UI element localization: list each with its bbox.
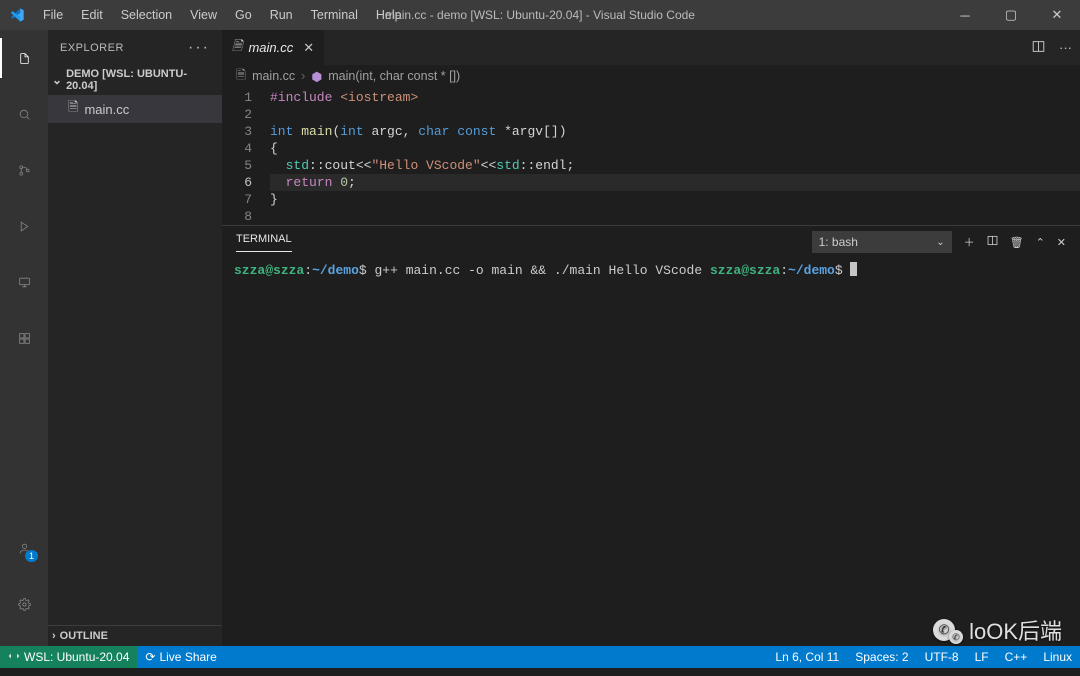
- tab-terminal[interactable]: TERMINAL: [236, 233, 292, 252]
- os-indicator[interactable]: Linux: [1035, 650, 1080, 664]
- accounts-badge: 1: [25, 550, 38, 562]
- menu-view[interactable]: View: [181, 2, 226, 28]
- editor-tab[interactable]: 🗎 main.cc ✕: [222, 30, 325, 65]
- chevron-down-icon: ⌄: [52, 73, 62, 87]
- tab-label: main.cc: [248, 40, 293, 55]
- more-actions-icon[interactable]: ···: [1059, 40, 1072, 55]
- encoding[interactable]: UTF-8: [917, 650, 967, 664]
- remote-label: WSL: Ubuntu-20.04: [24, 650, 129, 664]
- close-tab-icon[interactable]: ✕: [303, 40, 314, 56]
- source-control-icon[interactable]: [0, 150, 48, 190]
- explorer-icon[interactable]: [0, 38, 48, 78]
- window-controls: ─ ▢ ✕: [942, 0, 1080, 30]
- breadcrumb-symbol[interactable]: main(int, char const * []): [328, 69, 460, 83]
- panel-tabs: TERMINAL 1: bash ⌄ ＋ 🗑 ⌃ ✕: [222, 226, 1080, 258]
- bottom-panel: TERMINAL 1: bash ⌄ ＋ 🗑 ⌃ ✕ szza@szza:~/d…: [222, 225, 1080, 646]
- remote-explorer-icon[interactable]: [0, 262, 48, 302]
- menu-help[interactable]: Help: [367, 2, 411, 28]
- terminal-selector[interactable]: 1: bash ⌄: [812, 231, 952, 253]
- file-name: main.cc: [84, 102, 129, 117]
- terminal-selector-label: 1: bash: [819, 235, 858, 249]
- liveshare-button[interactable]: ⟳ Live Share: [137, 650, 224, 664]
- menu-run[interactable]: Run: [261, 2, 302, 28]
- new-terminal-icon[interactable]: ＋: [964, 234, 975, 250]
- maximize-button[interactable]: ▢: [988, 0, 1034, 30]
- outline-label: OUTLINE: [60, 630, 108, 642]
- sidebar: EXPLORER ··· ⌄ DEMO [WSL: UBUNTU-20.04] …: [48, 30, 222, 646]
- editor-tabs: 🗎 main.cc ✕ ···: [222, 30, 1080, 65]
- close-panel-icon[interactable]: ✕: [1057, 236, 1066, 249]
- minimize-button[interactable]: ─: [942, 0, 988, 30]
- line-gutter: 12345678: [222, 89, 270, 225]
- folder-name: DEMO [WSL: UBUNTU-20.04]: [66, 68, 218, 92]
- menu-selection[interactable]: Selection: [112, 2, 181, 28]
- split-editor-icon[interactable]: [1032, 40, 1045, 56]
- close-button[interactable]: ✕: [1034, 0, 1080, 30]
- menu-bar: File Edit Selection View Go Run Terminal…: [34, 2, 411, 28]
- search-icon[interactable]: [0, 94, 48, 134]
- file-icon: 🗎: [236, 66, 246, 87]
- menu-go[interactable]: Go: [226, 2, 261, 28]
- liveshare-icon: ⟳: [145, 650, 155, 664]
- remote-indicator[interactable]: WSL: Ubuntu-20.04: [0, 646, 137, 668]
- language-mode[interactable]: C++: [997, 650, 1036, 664]
- vscode-icon: [0, 7, 34, 23]
- explorer-label: EXPLORER: [60, 42, 188, 54]
- accounts-icon[interactable]: 1: [0, 528, 48, 568]
- liveshare-label: Live Share: [159, 650, 216, 664]
- sidebar-header: EXPLORER ···: [48, 30, 222, 65]
- menu-edit[interactable]: Edit: [72, 2, 112, 28]
- workspace-folder[interactable]: ⌄ DEMO [WSL: UBUNTU-20.04]: [48, 65, 222, 95]
- maximize-panel-icon[interactable]: ⌃: [1036, 236, 1045, 249]
- code-editor[interactable]: 12345678 #include <iostream> int main(in…: [222, 87, 1080, 225]
- extensions-icon[interactable]: [0, 318, 48, 358]
- eol[interactable]: LF: [967, 650, 997, 664]
- chevron-down-icon: ⌄: [936, 237, 944, 248]
- indentation[interactable]: Spaces: 2: [847, 650, 916, 664]
- outline-section[interactable]: › OUTLINE: [48, 625, 222, 646]
- kill-terminal-icon[interactable]: 🗑: [1010, 236, 1024, 249]
- title-bar: File Edit Selection View Go Run Terminal…: [0, 0, 1080, 30]
- more-icon[interactable]: ···: [188, 39, 210, 57]
- symbol-icon: ⬢: [311, 69, 322, 84]
- menu-terminal[interactable]: Terminal: [302, 2, 367, 28]
- terminal-body[interactable]: szza@szza:~/demo$ g++ main.cc -o main &&…: [222, 258, 1080, 646]
- file-icon: 🗎: [68, 98, 78, 120]
- run-debug-icon[interactable]: [0, 206, 48, 246]
- status-bar: WSL: Ubuntu-20.04 ⟳ Live Share Ln 6, Col…: [0, 646, 1080, 668]
- breadcrumb-file[interactable]: main.cc: [252, 69, 295, 83]
- chevron-icon: ›: [301, 69, 305, 83]
- terminal-cursor: [850, 262, 857, 276]
- file-icon: 🗎: [232, 37, 242, 59]
- cursor-position[interactable]: Ln 6, Col 11: [767, 650, 847, 664]
- code-content[interactable]: #include <iostream> int main(int argc, c…: [270, 89, 1080, 225]
- remote-icon: [8, 650, 20, 665]
- activity-bar: 1: [0, 30, 48, 646]
- file-tree-item[interactable]: 🗎 main.cc: [48, 95, 222, 123]
- editor-area: 🗎 main.cc ✕ ··· 🗎 main.cc › ⬢ main(int, …: [222, 30, 1080, 646]
- breadcrumb[interactable]: 🗎 main.cc › ⬢ main(int, char const * []): [222, 65, 1080, 87]
- settings-icon[interactable]: [0, 584, 48, 624]
- split-terminal-icon[interactable]: [987, 235, 998, 249]
- chevron-right-icon: ›: [52, 630, 56, 642]
- menu-file[interactable]: File: [34, 2, 72, 28]
- editor-actions: ···: [1024, 30, 1080, 65]
